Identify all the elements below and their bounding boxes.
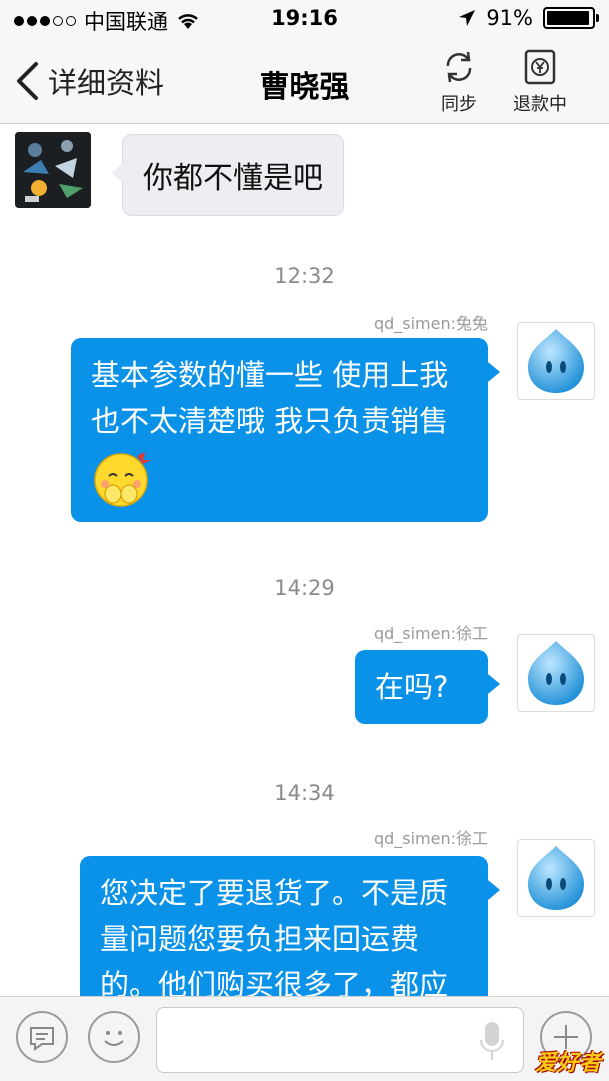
sender-name: qd_simen:徐工	[373, 829, 488, 848]
refund-button[interactable]: 退款中	[513, 48, 567, 116]
microphone-icon[interactable]	[479, 1018, 505, 1064]
message-input[interactable]	[156, 1007, 524, 1073]
outgoing-message[interactable]: 在吗?	[355, 650, 500, 724]
outgoing-message[interactable]: 您决定了要退货了。不是质 量问题您要负担来回运费 的。他们购买很多了，都应	[80, 856, 500, 996]
sync-button[interactable]: 同步	[440, 48, 478, 116]
timestamp: 14:29	[274, 576, 335, 600]
message-line: 量问题您要负担来回运费	[100, 922, 420, 956]
outgoing-message[interactable]: 基本参数的懂一些 使用上我 也不太清楚哦 我只负责销售	[71, 338, 500, 522]
location-arrow-icon	[459, 10, 476, 26]
avatar-image	[528, 329, 584, 393]
sender-name: qd_simen:兔兔	[373, 314, 488, 333]
watermark-logo: 爱好者	[534, 1051, 601, 1076]
timestamp: 12:32	[274, 264, 335, 288]
incoming-message[interactable]: 你都不懂是吧	[112, 134, 344, 216]
avatar-image	[15, 132, 91, 208]
message-icon	[30, 1027, 54, 1051]
message-line: 在吗?	[375, 670, 449, 704]
shy-smile-emoji-icon	[94, 452, 151, 507]
navigation-bar: 详细资料 曹晓强 同步 退款中	[0, 40, 609, 124]
smiley-icon	[104, 1031, 124, 1046]
emoji-button[interactable]	[88, 1011, 140, 1063]
status-bar: 中国联通 19:16 91%	[0, 0, 609, 40]
battery-percent: 91%	[486, 6, 533, 30]
chat-area[interactable]: 你都不懂是吧 12:32 qd_simen:兔兔 基本参数的懂一些 使用上我 也…	[0, 124, 609, 996]
message-line: 的。他们购买很多了，都应	[100, 968, 449, 996]
refund-label: 退款中	[513, 94, 567, 115]
customer-avatar[interactable]	[15, 132, 91, 208]
message-line: 您决定了要退货了。不是质	[100, 876, 449, 910]
message-line: 也不太清楚哦 我只负责销售	[91, 404, 449, 438]
avatar-image	[528, 641, 584, 705]
sender-name: qd_simen:徐工	[373, 624, 488, 643]
avatar-image	[528, 846, 584, 910]
input-bar: 爱好者	[0, 996, 609, 1081]
seller-avatar[interactable]	[517, 634, 595, 712]
quick-reply-button[interactable]	[16, 1011, 68, 1063]
seller-avatar[interactable]	[517, 322, 595, 400]
sync-icon	[446, 51, 472, 83]
battery-icon	[543, 7, 599, 29]
timestamp: 14:34	[274, 781, 335, 805]
sync-label: 同步	[441, 94, 477, 115]
seller-avatar[interactable]	[517, 839, 595, 917]
refund-icon	[524, 49, 556, 85]
message-line: 基本参数的懂一些 使用上我	[91, 358, 449, 392]
status-right: 91%	[458, 6, 599, 30]
